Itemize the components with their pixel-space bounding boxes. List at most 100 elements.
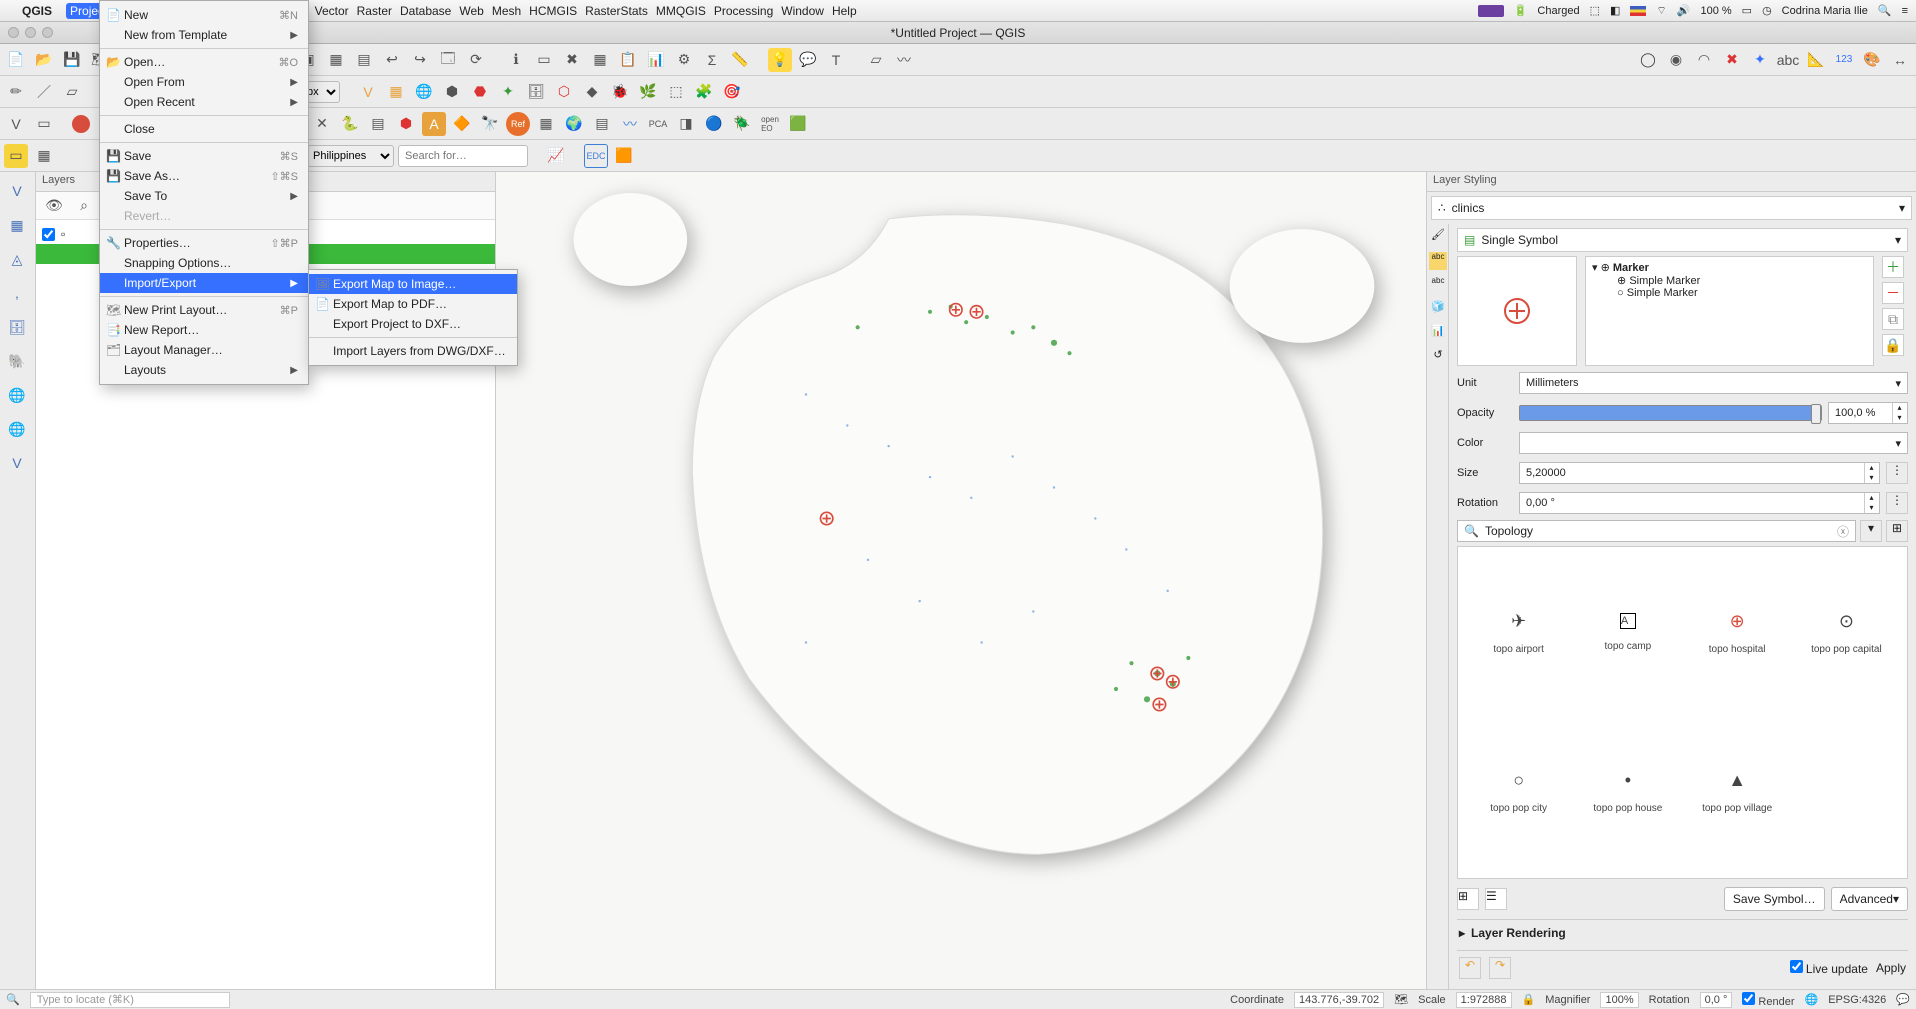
symbol-topo-hospital[interactable]: ⊕topo hospital <box>1687 557 1788 709</box>
plugin-icon-9[interactable]: ⬚ <box>664 80 688 104</box>
chart-icon[interactable]: 📈 <box>544 144 568 168</box>
menu-icon[interactable]: ≡ <box>1902 5 1908 17</box>
plugin-icon-8[interactable]: 🌿 <box>636 80 660 104</box>
submenu-import-layers-from-dwg-dxf-[interactable]: Import Layers from DWG/DXF… <box>309 341 517 361</box>
live-update-checkbox[interactable]: Live update <box>1790 960 1868 976</box>
close-dot[interactable] <box>8 27 19 38</box>
wave-icon[interactable]: 〰 <box>618 112 642 136</box>
add-postgis-icon[interactable]: 🐘 <box>4 348 30 374</box>
misc-icon-k[interactable]: 🟩 <box>786 112 810 136</box>
python-icon[interactable]: 🐍 <box>338 112 362 136</box>
shape-scale-icon[interactable]: 📐 <box>1804 48 1828 72</box>
crs-icon[interactable]: 🌐 <box>1805 993 1819 1006</box>
misc-icon-f[interactable]: 🔶 <box>450 112 474 136</box>
shape-tool2-icon[interactable]: ✦ <box>1748 48 1772 72</box>
zoom-layer-icon[interactable]: ▤ <box>352 48 376 72</box>
country-select[interactable]: Philippines <box>304 145 394 167</box>
new-project-icon[interactable]: 📄 <box>4 48 28 72</box>
group-icon[interactable]: ▭ <box>32 112 56 136</box>
edit-poly-icon[interactable]: ▱ <box>60 80 84 104</box>
measure-icon[interactable]: 📏 <box>728 48 752 72</box>
app-name[interactable]: QGIS <box>22 4 52 18</box>
advanced-button[interactable]: Advanced ▾ <box>1831 887 1908 911</box>
rotation-input[interactable]: 0,00 °▴▾ <box>1519 492 1880 514</box>
layer-add-raster-icon[interactable]: ▦ <box>384 80 408 104</box>
select-icon[interactable]: ▭ <box>532 48 556 72</box>
renderer-mode-select[interactable]: ▤ Single Symbol ▾ <box>1457 228 1908 252</box>
submenu-export-project-to-dxf-[interactable]: Export Project to DXF… <box>309 314 517 334</box>
plugin-icon-11[interactable]: 🎯 <box>720 80 744 104</box>
menu-extra-icon[interactable]: ◧ <box>1610 4 1620 17</box>
layer-visibility-checkbox[interactable] <box>42 228 55 241</box>
plugin-icon-3[interactable]: ⬣ <box>468 80 492 104</box>
sigma-icon[interactable]: Σ <box>700 48 724 72</box>
symbol-topo-pop-house[interactable]: •topo pop house <box>1577 717 1678 869</box>
wifi-icon[interactable]: ⌔ <box>1656 4 1666 18</box>
project-menu-new[interactable]: 📄New⌘N <box>100 5 308 25</box>
size-input[interactable]: 5,20000▴▾ <box>1519 462 1880 484</box>
clock-icon[interactable]: ◷ <box>1762 4 1772 17</box>
misc-icon-g[interactable]: ▤ <box>590 112 614 136</box>
messages-icon[interactable]: 💬 <box>1896 993 1910 1006</box>
project-menu-new-report-[interactable]: 📑New Report… <box>100 320 308 340</box>
checker-icon[interactable]: ▦ <box>534 112 558 136</box>
menubar-item-processing[interactable]: Processing <box>710 3 777 19</box>
open-project-icon[interactable]: 📂 <box>32 48 56 72</box>
shape-color-icon[interactable]: 🎨 <box>1860 48 1884 72</box>
digitize-icon[interactable]: ▱ <box>864 48 888 72</box>
menubar-item-mesh[interactable]: Mesh <box>488 3 525 19</box>
add-mesh-icon[interactable]: ◬ <box>4 246 30 272</box>
vlayer-icon[interactable]: V <box>4 112 28 136</box>
misc-icon-d[interactable]: ⬢ <box>394 112 418 136</box>
deselect-icon[interactable]: ✖ <box>560 48 584 72</box>
symbol-remove-button[interactable]: － <box>1882 282 1904 304</box>
undo-style-button[interactable]: ↶ <box>1459 957 1481 979</box>
scale-value[interactable]: 1:972888 <box>1456 992 1512 1008</box>
stats-icon[interactable]: 📊 <box>644 48 668 72</box>
shape-123-icon[interactable]: 123 <box>1832 48 1856 72</box>
project-menu-open-recent[interactable]: Open Recent▶ <box>100 92 308 112</box>
project-menu-close[interactable]: Close <box>100 119 308 139</box>
add-vector-icon[interactable]: V <box>4 178 30 204</box>
project-menu-properties-[interactable]: 🔧Properties…⇧⌘P <box>100 233 308 253</box>
mag-value[interactable]: 100% <box>1600 992 1638 1008</box>
misc-icon-e[interactable]: A <box>422 112 446 136</box>
tips-icon[interactable]: 💡 <box>768 48 792 72</box>
project-menu-open-from[interactable]: Open From▶ <box>100 72 308 92</box>
crs-value[interactable]: EPSG:4326 <box>1828 994 1886 1006</box>
menubar-item-hcmgis[interactable]: HCMGIS <box>525 3 581 19</box>
tab-masks-icon[interactable]: abc <box>1429 276 1447 294</box>
project-menu-new-from-template[interactable]: New from Template▶ <box>100 25 308 45</box>
colorblocks-icon[interactable]: 🟧 <box>612 144 636 168</box>
submenu-export-map-to-pdf-[interactable]: 📄Export Map to PDF… <box>309 294 517 314</box>
zoom-selection-icon[interactable]: ▦ <box>324 48 348 72</box>
style-yellow-icon[interactable]: ▭ <box>4 144 28 168</box>
size-data-defined-button[interactable]: ⋮ <box>1886 462 1908 484</box>
tab-symbology-icon[interactable]: 🖌 <box>1429 228 1447 246</box>
style-checker-icon[interactable]: ▦ <box>32 144 56 168</box>
tab-labels-icon[interactable]: abc <box>1429 252 1447 270</box>
rotation-data-defined-button[interactable]: ⋮ <box>1886 492 1908 514</box>
processing-icon[interactable]: ⚙ <box>672 48 696 72</box>
shape-arc-icon[interactable]: ◠ <box>1692 48 1716 72</box>
project-menu-save-to[interactable]: Save To▶ <box>100 186 308 206</box>
misc-icon-c[interactable]: ▤ <box>366 112 390 136</box>
new-map-view-icon[interactable]: 🗔 <box>436 48 460 72</box>
project-menu-import-export[interactable]: Import/Export▶ <box>100 273 308 293</box>
project-menu-open-[interactable]: 📂Open…⌘O <box>100 52 308 72</box>
layer-rendering-section[interactable]: ▸ Layer Rendering <box>1457 919 1908 946</box>
symbol-topo-pop-city[interactable]: ○topo pop city <box>1468 717 1569 869</box>
add-raster-icon[interactable]: ▦ <box>4 212 30 238</box>
menubar-item-vector[interactable]: Vector <box>311 3 353 19</box>
project-menu-snapping-options-[interactable]: Snapping Options… <box>100 253 308 273</box>
dropbox-icon[interactable]: ⬚ <box>1590 4 1600 17</box>
identify-icon[interactable]: ℹ <box>504 48 528 72</box>
tab-diagram-icon[interactable]: 📊 <box>1429 324 1447 342</box>
table-icon[interactable]: ▦ <box>588 48 612 72</box>
edit-pencil-icon[interactable]: ✏ <box>4 80 28 104</box>
add-spatialite-icon[interactable]: 🗄 <box>4 314 30 340</box>
list-view-icon[interactable]: ☰ <box>1485 888 1507 910</box>
shape-label-icon[interactable]: abc <box>1776 48 1800 72</box>
marker-tree[interactable]: ▾ ⊕ Marker ⊕ Simple Marker ○ Simple Mark… <box>1585 256 1874 366</box>
symbol-topo-pop-capital[interactable]: ⊙topo pop capital <box>1796 557 1897 709</box>
